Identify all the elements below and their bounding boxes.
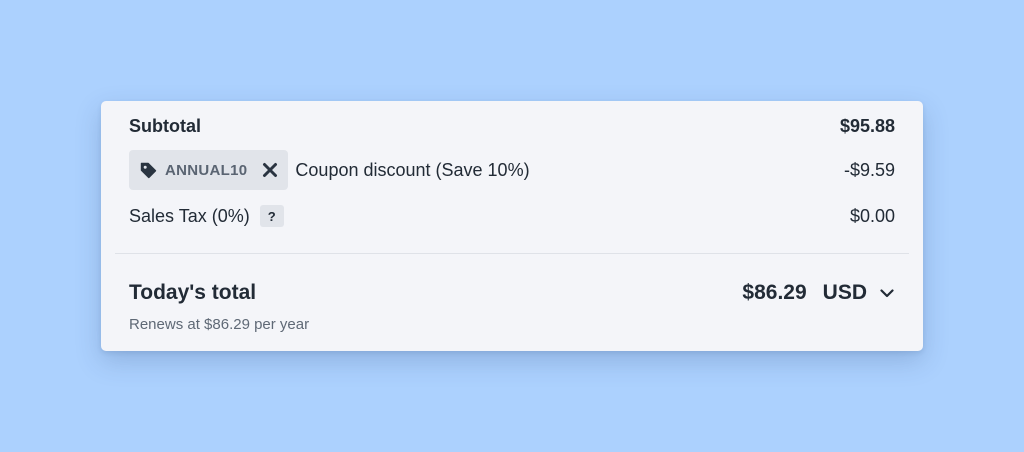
subtotal-label: Subtotal <box>129 115 201 136</box>
subtotal-value: $95.88 <box>839 115 895 136</box>
sales-tax-label: Sales Tax (0%) <box>129 205 250 226</box>
coupon-discount-value: -$9.59 <box>843 159 895 180</box>
sales-tax-help-button[interactable]: ? <box>259 205 284 227</box>
renewal-note: Renews at $86.29 per year <box>129 316 310 333</box>
total-row: Today's total $86.29 USD <box>129 278 895 308</box>
total-label: Today's total <box>129 281 257 304</box>
order-summary-card: Subtotal $95.88 ANNUAL10 Coupon discount… <box>101 101 923 351</box>
coupon-left: ANNUAL10 Coupon discount (Save 10%) <box>129 150 530 190</box>
coupon-discount-label: Coupon discount (Save 10%) <box>295 159 530 180</box>
close-icon[interactable] <box>262 162 278 178</box>
coupon-chip: ANNUAL10 <box>129 150 289 190</box>
currency-code[interactable]: USD <box>823 281 867 305</box>
divider <box>115 253 909 254</box>
sales-tax-value: $0.00 <box>849 205 895 226</box>
tag-icon <box>140 162 157 179</box>
chevron-down-icon[interactable] <box>879 285 895 301</box>
coupon-code: ANNUAL10 <box>165 161 248 179</box>
sales-tax-row: Sales Tax (0%) ? $0.00 <box>129 203 895 229</box>
total-amount: $86.29 <box>742 281 807 304</box>
currency-select[interactable]: USD <box>823 281 895 305</box>
subtotal-row: Subtotal $95.88 <box>129 113 895 139</box>
total-right: $86.29 USD <box>742 281 895 305</box>
coupon-row: ANNUAL10 Coupon discount (Save 10%) -$9.… <box>129 150 895 190</box>
remove-coupon-button[interactable] <box>261 161 279 179</box>
sales-tax-left: Sales Tax (0%) ? <box>129 205 284 227</box>
